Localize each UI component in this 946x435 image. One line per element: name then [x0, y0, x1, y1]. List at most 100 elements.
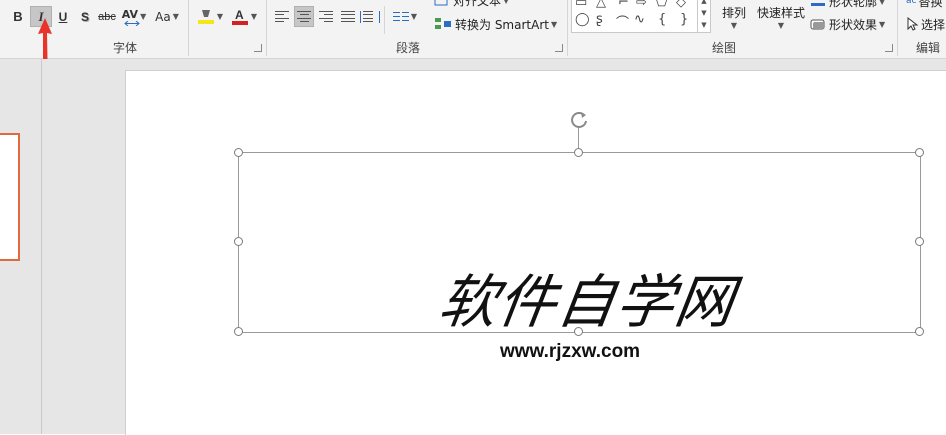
arrange-button[interactable]: 排列 ▼ — [716, 2, 752, 30]
rounded-shape-icon[interactable]: ◯ — [575, 12, 590, 27]
align-center-icon — [297, 10, 311, 23]
underline-button[interactable]: U — [54, 6, 72, 27]
justify-button[interactable] — [338, 6, 358, 27]
slide-url-text[interactable]: www.rjzxw.com — [500, 341, 640, 363]
strikethrough-label: abc — [98, 10, 116, 23]
select-label: 选择 — [921, 17, 946, 32]
align-left-button[interactable] — [272, 6, 292, 27]
shadow-button[interactable]: S — [76, 6, 94, 27]
freeform-shape-icon[interactable]: ʂ — [596, 12, 603, 27]
change-case-button[interactable]: Aa ▼ — [152, 6, 182, 27]
columns-button[interactable]: ▼ — [390, 6, 420, 27]
convert-smartart-button[interactable]: 转换为 SmartArt ▼ — [434, 15, 557, 33]
divider — [384, 6, 385, 34]
right-brace-shape-icon[interactable]: } — [680, 12, 688, 27]
resize-handle[interactable] — [915, 237, 924, 246]
chevron-down-icon: ▼ — [250, 12, 258, 21]
drawing-dialog-launcher[interactable] — [885, 44, 893, 52]
quick-styles-label: 快速样式 — [756, 6, 805, 20]
chevron-down-icon: ▼ — [216, 12, 224, 21]
replace-button[interactable]: ac 替换 — [906, 0, 943, 9]
chevron-down-icon: ▼ — [879, 19, 886, 29]
rotate-handle-icon[interactable] — [568, 109, 590, 131]
change-case-label: Aa — [155, 9, 171, 24]
resize-handle[interactable] — [234, 237, 243, 246]
distribute-icon — [360, 10, 380, 23]
font-color-icon: A — [231, 8, 248, 25]
chevron-down-icon: ▼ — [410, 12, 418, 21]
resize-handle[interactable] — [915, 327, 924, 336]
align-text-button[interactable]: 对齐文本 ▼ — [434, 0, 510, 8]
divider — [897, 0, 898, 56]
bold-label: B — [13, 9, 23, 24]
rectangle-shape-icon[interactable]: ▭ — [575, 0, 587, 10]
smartart-icon — [435, 18, 451, 29]
underline-label: U — [58, 9, 68, 24]
font-group-label: 字体 — [112, 41, 137, 55]
quick-styles-button[interactable]: 快速样式 ▼ — [754, 2, 808, 30]
divider — [266, 0, 267, 56]
align-text-icon — [434, 0, 448, 6]
shape-outline-label: 形状轮廓 — [829, 0, 878, 9]
paragraph-dialog-launcher[interactable] — [555, 44, 563, 52]
resize-handle[interactable] — [574, 148, 583, 157]
chevron-down-icon: ▼ — [550, 19, 558, 29]
divider — [188, 0, 189, 56]
pentagon-shape-icon[interactable]: ⬠ — [656, 0, 667, 10]
arrange-label: 排列 — [721, 6, 746, 20]
replace-icon: ac — [906, 0, 917, 6]
svg-text:A: A — [235, 8, 244, 22]
curve-shape-icon[interactable]: ∿ — [634, 12, 645, 27]
left-brace-shape-icon[interactable]: { — [658, 12, 666, 27]
font-color-button[interactable]: A ▼ — [228, 6, 260, 27]
ribbon: B I U S abc AV ▼ Aa ▼ ▼ A ▼ 字体 ▼ 对齐文本 ▼ … — [0, 0, 946, 59]
convert-smartart-label: 转换为 SmartArt — [455, 17, 549, 32]
align-right-icon — [319, 10, 333, 23]
divider — [567, 0, 568, 56]
triangle-shape-icon[interactable]: △ — [596, 0, 606, 10]
slide-thumbnail[interactable] — [0, 133, 20, 261]
columns-icon — [392, 11, 409, 21]
slide-title-text[interactable]: 软件自学网 — [434, 255, 741, 339]
arc-shape-icon[interactable]: ⌒ — [616, 12, 629, 31]
shape-effects-label: 形状效果 — [829, 17, 878, 32]
font-dialog-launcher[interactable] — [254, 44, 262, 52]
bold-button[interactable]: B — [8, 6, 28, 27]
align-text-label: 对齐文本 — [453, 0, 502, 8]
arrow-shape-icon[interactable]: ⇨ — [636, 0, 647, 10]
drawing-group-label: 绘图 — [711, 41, 736, 55]
chevron-down-icon: ▼ — [879, 0, 886, 6]
shapes-gallery[interactable]: ▭ △ ⌐ ⇨ ⬠ ◇ ◯ ʂ ⌒ ∿ { } ▲ ▼ ▼ — [571, 0, 711, 33]
diamond-shape-icon[interactable]: ◇ — [676, 0, 686, 10]
resize-handle[interactable] — [915, 148, 924, 157]
paragraph-group-label: 段落 — [395, 41, 420, 55]
pen-icon — [811, 3, 825, 6]
shape-effects-button[interactable]: 形状效果 ▼ — [810, 15, 885, 33]
distribute-button[interactable] — [360, 6, 380, 27]
chevron-down-icon: ▼ — [140, 12, 147, 21]
bracket-shape-icon[interactable]: ⌐ — [618, 0, 629, 10]
resize-handle[interactable] — [234, 327, 243, 336]
select-button[interactable]: 选择 — [906, 15, 945, 33]
highlighter-icon — [197, 9, 214, 24]
resize-handle[interactable] — [234, 148, 243, 157]
replace-label: 替换 — [918, 0, 943, 9]
char-spacing-label: AV — [121, 8, 139, 21]
thumbnail-pane — [0, 59, 42, 434]
align-center-button[interactable] — [294, 6, 314, 27]
cursor-icon — [907, 17, 918, 31]
double-arrow-icon — [124, 21, 140, 26]
gallery-scroll[interactable]: ▲ ▼ ▼ — [697, 0, 710, 32]
char-spacing-button[interactable]: AV ▼ — [120, 6, 148, 27]
chevron-down-icon: ▼ — [777, 21, 785, 30]
align-right-button[interactable] — [316, 6, 336, 27]
justify-icon — [341, 10, 355, 23]
chevron-down-icon: ▼ — [503, 0, 510, 5]
highlight-color-button[interactable]: ▼ — [194, 6, 226, 27]
shape-effects-icon — [810, 19, 825, 30]
strikethrough-button[interactable]: abc — [96, 6, 118, 27]
chevron-down-icon: ▼ — [172, 12, 179, 21]
align-left-icon — [275, 10, 289, 23]
shape-outline-button[interactable]: 形状轮廓 ▼ — [810, 0, 886, 9]
shadow-label: S — [80, 9, 89, 24]
